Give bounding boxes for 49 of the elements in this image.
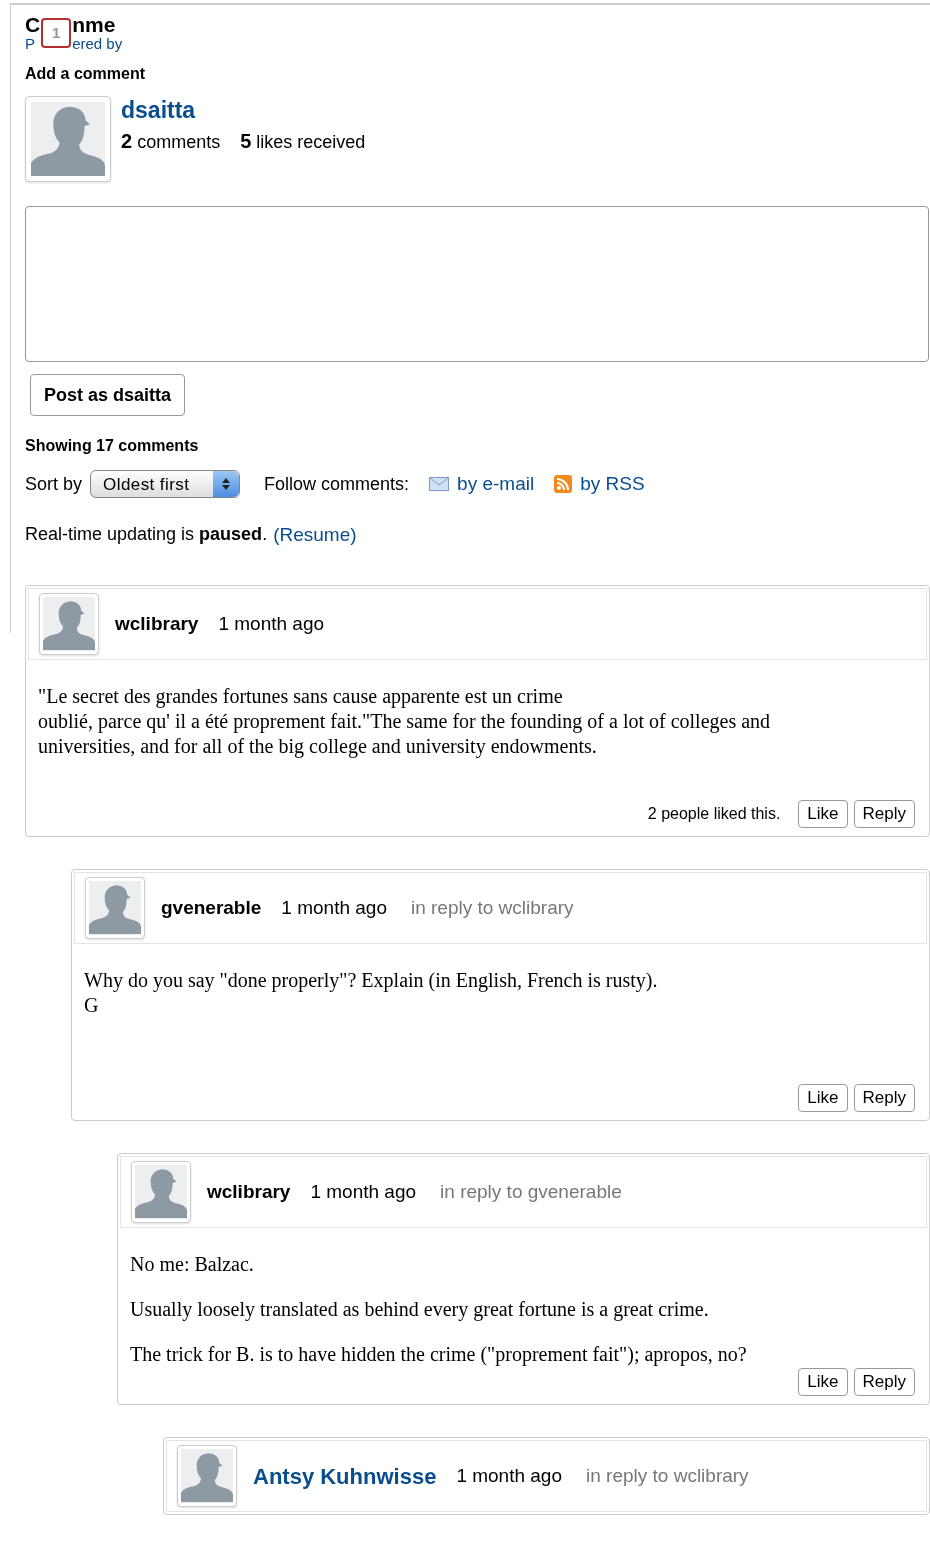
like-button[interactable]: Like (798, 800, 848, 828)
timestamp: 1 month ago (281, 895, 387, 920)
comment-text: "Le secret des grandes fortunes sans cause apparente est un crime oublié, parce qu' il a été proprement fait."The same for the founding of a lot of colleges and universities, and for all of the big college and university endowments. (38, 684, 772, 759)
avatar (85, 877, 145, 939)
user-link[interactable]: dsaitta (121, 96, 366, 124)
comment-input[interactable] (25, 206, 929, 362)
timestamp: 1 month ago (456, 1463, 562, 1488)
email-link[interactable]: by e-mail (457, 470, 535, 499)
sort-label: Sort by (25, 472, 83, 496)
rss-link[interactable]: by RSS (580, 470, 645, 499)
in-reply-to[interactable]: in reply to wclibrary (410, 893, 574, 923)
post-button[interactable]: Post as dsaitta (30, 374, 186, 416)
sort-select[interactable]: Oldest first (90, 470, 241, 499)
comment-text: The trick for B. is to have hidden the crime ("proprement fait"); apropos, no? (130, 1342, 748, 1367)
comment-text: Usually loosely translated as behind every great fortune is a great crime. (130, 1297, 710, 1322)
author-link[interactable]: Antsy Kuhnwisse (253, 1459, 437, 1493)
comment-text: Why do you say "done properly"? Explain (in English, French is rusty). G (84, 968, 659, 1018)
like-button[interactable]: Like (798, 1368, 848, 1396)
in-reply-to[interactable]: in reply to wclibrary (586, 1461, 749, 1491)
author-name[interactable]: wclibrary (207, 1177, 291, 1207)
powered-by-text: P (25, 36, 36, 52)
section-title: C (25, 14, 41, 36)
avatar (39, 593, 99, 655)
comment-text: No me: Balzac. (130, 1252, 255, 1277)
timestamp: 1 month ago (218, 611, 325, 636)
likes-stat: 5 likes received (240, 129, 366, 154)
like-button[interactable]: Like (798, 1084, 848, 1112)
stepper-icon (213, 471, 240, 498)
follow-label: Follow comments: (264, 472, 410, 496)
comment-count: Showing 17 comments (25, 436, 200, 456)
rss-icon (554, 475, 573, 494)
add-comment-heading: Add a comment (25, 64, 146, 84)
powered-by-text: ered by (72, 36, 124, 52)
resume-link[interactable]: (Resume) (273, 520, 357, 549)
reply-button[interactable]: Reply (853, 800, 915, 828)
likes-summary: 2 people liked this. (647, 804, 781, 824)
timestamp: 1 month ago (310, 1179, 417, 1204)
comments-stat: 2 comments (121, 129, 221, 154)
envelope-icon (429, 477, 450, 492)
status-text: Real-time updating is paused. (25, 522, 268, 546)
reply-button[interactable]: Reply (853, 1368, 915, 1396)
avatar (177, 1445, 237, 1507)
author-name[interactable]: gvenerable (161, 893, 262, 923)
count-badge: 1 (41, 18, 72, 48)
reply-button[interactable]: Reply (853, 1084, 915, 1112)
in-reply-to[interactable]: in reply to gvenerable (440, 1177, 622, 1207)
author-name[interactable]: wclibrary (115, 609, 199, 639)
avatar (131, 1161, 191, 1223)
section-title: nme (72, 14, 117, 36)
